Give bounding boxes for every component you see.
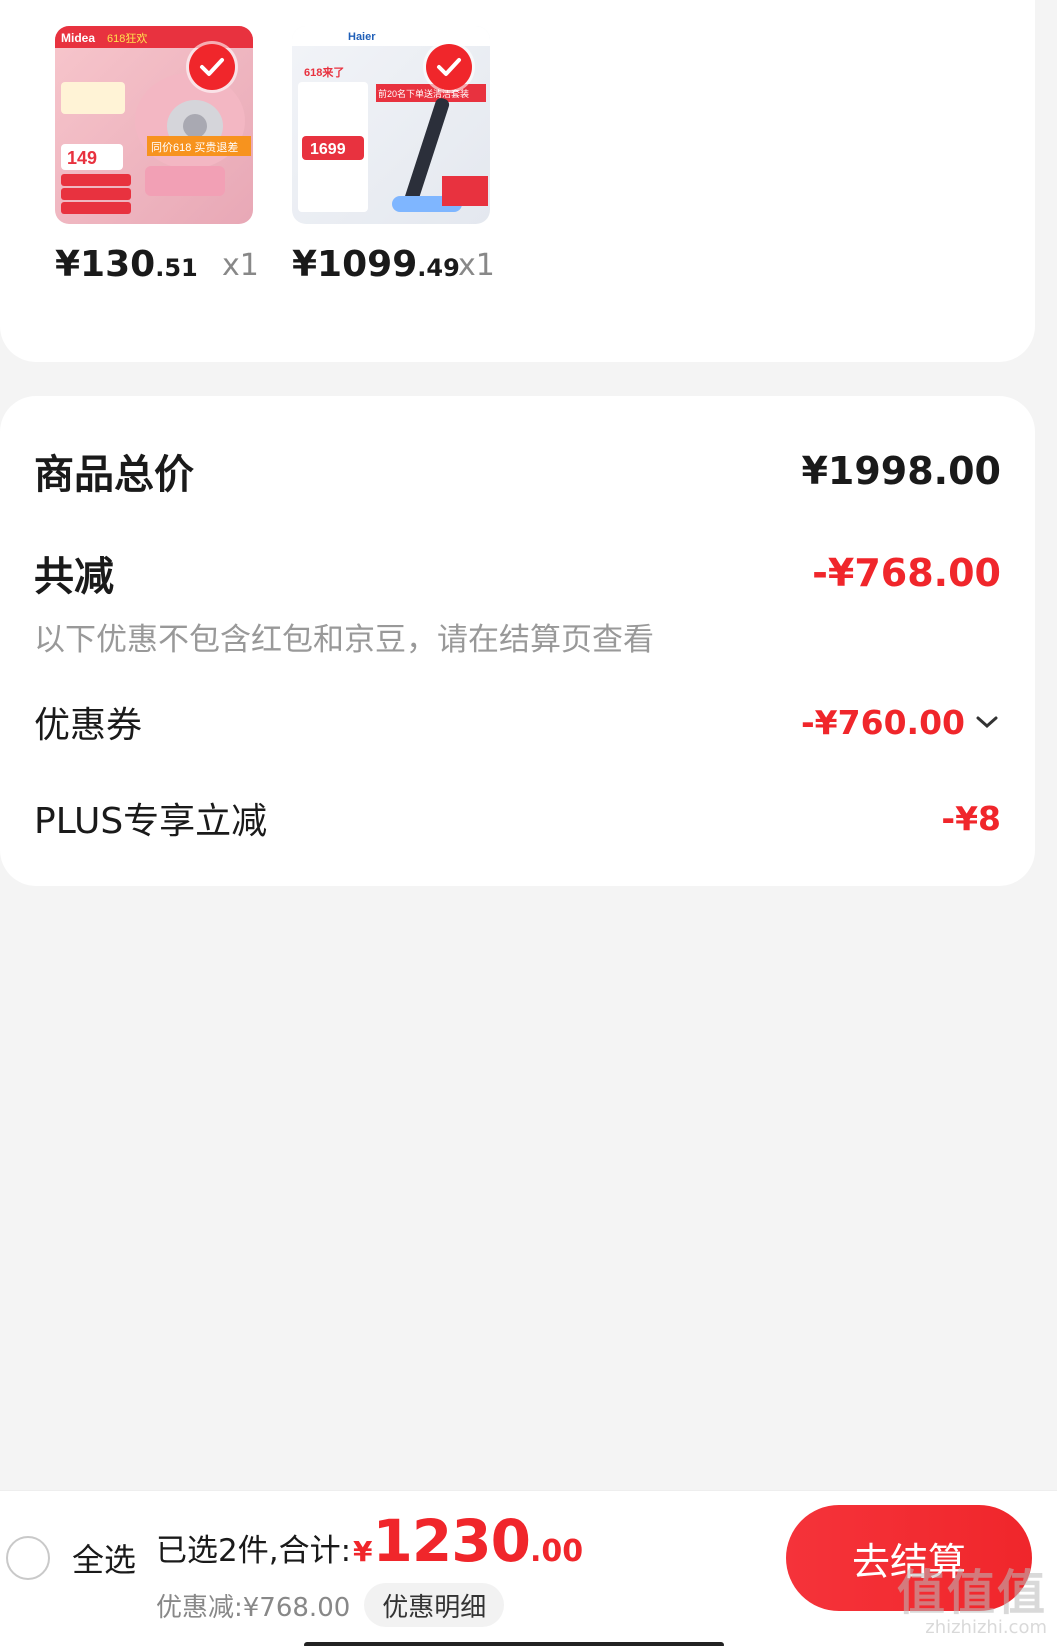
home-indicator — [304, 1642, 724, 1646]
price-decimal: .51 — [155, 254, 198, 282]
discount-amount: 优惠减:¥768.00 — [156, 1592, 351, 1623]
product-quantity: x1 — [222, 248, 259, 283]
badge-price: 149 — [67, 148, 97, 168]
total-reduction-row: 共减 -¥768.00 — [34, 544, 1001, 602]
price-summary-card: 商品总价 ¥1998.00 共减 -¥768.00 以下优惠不包含红包和京豆，请… — [0, 396, 1035, 886]
total-decimal: .00 — [529, 1534, 584, 1569]
coupon-value-wrap[interactable]: -¥760.00 — [801, 703, 1001, 742]
price-integer: ¥130 — [55, 244, 156, 285]
check-icon[interactable] — [426, 44, 472, 90]
badge-price: 1699 — [310, 141, 346, 158]
discount-detail-button[interactable]: 优惠明细 — [364, 1583, 505, 1627]
product-thumbnail[interactable]: Midea 618狂欢 149 同价618 买贵退差 — [55, 26, 253, 224]
check-icon[interactable] — [189, 44, 235, 90]
total-price-label: 商品总价 — [34, 452, 194, 498]
watermark-logo: 值值值 — [896, 1565, 1047, 1621]
selected-total: 已选2件,合计: ¥ 1230 .00 — [156, 1507, 583, 1575]
total-price-row: 商品总价 ¥1998.00 — [34, 442, 1001, 500]
selected-products-card: Midea 618狂欢 149 同价618 买贵退差 Haier 618来了 前… — [0, 0, 1035, 362]
promo-text: 618狂欢 — [107, 31, 147, 45]
coupon-value: -¥760.00 — [800, 702, 965, 742]
total-reduction-label: 共减 — [34, 554, 114, 600]
brand-text: Midea — [61, 31, 95, 45]
selected-count-label: 已选2件,合计: — [156, 1533, 352, 1569]
select-all[interactable]: 全选 — [6, 1535, 136, 1581]
chevron-down-icon[interactable] — [973, 712, 1001, 732]
coupon-row[interactable]: 优惠券 -¥760.00 — [34, 696, 1001, 748]
checkout-bar: 全选 已选2件,合计: ¥ 1230 .00 优惠减:¥768.00 优惠明细 … — [0, 1490, 1057, 1646]
promo-text: 618来了 — [304, 65, 344, 79]
product-item-midea[interactable]: Midea 618狂欢 149 同价618 买贵退差 — [55, 26, 255, 224]
price-integer: ¥1099 — [292, 244, 418, 285]
discount-note: 以下优惠不包含红包和京豆，请在结算页查看 — [34, 622, 654, 658]
select-all-radio[interactable] — [6, 1536, 50, 1580]
select-all-label[interactable]: 全选 — [72, 1535, 136, 1581]
product-quantity: x1 — [458, 248, 495, 283]
coupon-label: 优惠券 — [34, 705, 143, 746]
plus-discount-row: PLUS专享立减 -¥8 — [34, 792, 1001, 844]
cart-page: Midea 618狂欢 149 同价618 买贵退差 Haier 618来了 前… — [0, 0, 1057, 1646]
product-price: ¥130.51 — [55, 244, 198, 285]
price-decimal: .49 — [417, 254, 460, 282]
product-price: ¥1099.49 — [292, 244, 460, 285]
image-promo-text: 同价618 买贵退差 — [151, 140, 238, 154]
image-promo-text: 前20名下单送清洁套装 — [378, 88, 469, 99]
plus-discount-label: PLUS专享立减 — [34, 801, 268, 842]
discount-summary: 优惠减:¥768.00 优惠明细 — [156, 1583, 505, 1627]
product-item-haier[interactable]: Haier 618来了 前20名下单送清洁套装 1699 — [292, 26, 492, 224]
total-integer: 1230 — [372, 1507, 531, 1575]
brand-text: Haier — [348, 31, 376, 43]
product-thumbnail[interactable]: Haier 618来了 前20名下单送清洁套装 1699 — [292, 26, 490, 224]
plus-discount-value: -¥8 — [941, 798, 1001, 838]
total-currency: ¥ — [353, 1535, 373, 1568]
total-price-value: ¥1998.00 — [801, 449, 1001, 493]
site-watermark: 值值值 zhizhizhi.com — [897, 1569, 1047, 1638]
total-reduction-value: -¥768.00 — [812, 551, 1001, 595]
